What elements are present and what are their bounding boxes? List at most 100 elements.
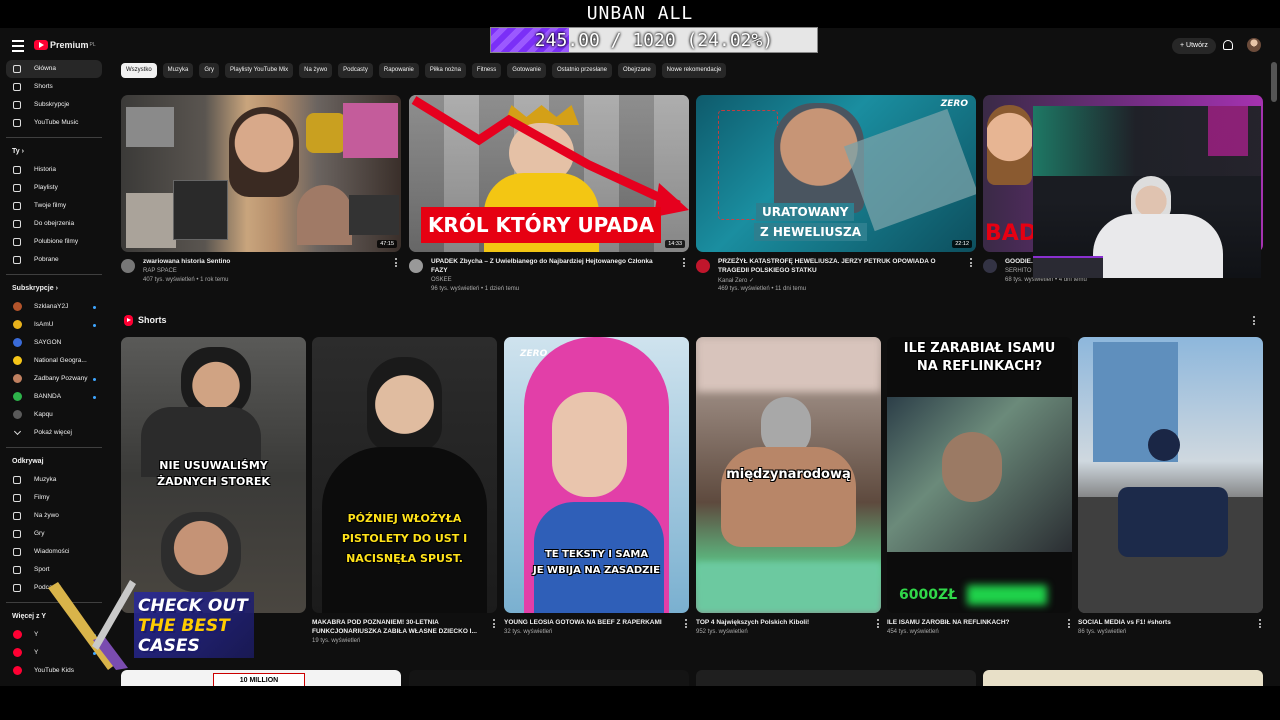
more-options-icon[interactable] [685, 619, 687, 630]
channel-avatar[interactable] [983, 259, 997, 273]
sidebar-item-subskrypcje[interactable]: Subskrypcje [6, 96, 102, 114]
sidebar-item-kapqu[interactable]: Kapqu [6, 406, 102, 424]
sidebar-item-label: National Geogra... [34, 357, 87, 364]
short-title[interactable]: SOCIAL MEDIA vs F1! #shorts [1078, 618, 1248, 627]
scrollbar-thumb[interactable] [1271, 62, 1277, 102]
video-thumbnail[interactable]: ZERO URATOWANY Z HEWELIUSZA 22:12 [696, 95, 976, 252]
account-avatar[interactable] [1247, 38, 1261, 52]
short-views: 86 tys. wyświetleń [1078, 629, 1127, 635]
video-title[interactable]: UPADEK Zbycha – Z Uwielbianego do Najbar… [431, 257, 671, 275]
more-options-icon[interactable] [395, 258, 399, 269]
short-title[interactable]: MAKABRA POD POZNANIEM! 30-LETNIA FUNKCJO… [312, 618, 482, 636]
notifications-bell-icon[interactable] [1223, 40, 1233, 50]
sidebar-item-szklanay2j[interactable]: SzklanaY2J [6, 298, 102, 316]
short-card[interactable]: PÓŹNIEJ WŁOŻYŁA PISTOLETY DO UST I NACIS… [312, 337, 497, 644]
video-card[interactable]: 47:15 zwariowana historia Sentino RAP SP… [121, 95, 401, 299]
chip-piłka-nożna[interactable]: Piłka nożna [424, 63, 466, 78]
chip-gotowanie[interactable]: Gotowanie [507, 63, 546, 78]
sidebar-item-youtube-music[interactable]: YouTube Music [6, 114, 102, 132]
download-icon [13, 256, 21, 264]
channel-name[interactable]: OSKEE [431, 277, 452, 283]
channel-avatar[interactable] [696, 259, 710, 273]
more-options-icon[interactable] [1068, 619, 1070, 630]
short-thumbnail[interactable]: międzynarodową [696, 337, 881, 613]
chip-podcasty[interactable]: Podcasty [338, 63, 373, 78]
short-thumbnail[interactable]: ILE ZARABIAŁ ISAMU NA REFLINKACH? 6000ZŁ [887, 337, 1072, 613]
sidebar-item-główna[interactable]: Główna [6, 60, 102, 78]
scrollbar[interactable] [1271, 62, 1277, 682]
sidebar-item-shorts[interactable]: Shorts [6, 78, 102, 96]
chip-na-żywo[interactable]: Na żywo [299, 63, 333, 78]
create-label: Utwórz [1186, 42, 1208, 49]
sidebar-item-historia[interactable]: Historia [6, 161, 102, 179]
short-card[interactable]: ILE ZARABIAŁ ISAMU NA REFLINKACH? 6000ZŁ… [887, 337, 1072, 635]
sidebar-item-label: SzklanaY2J [34, 303, 69, 310]
short-title[interactable]: ILE ISAMU ZAROBIŁ NA REFLINKACH? [887, 618, 1057, 627]
video-thumbnail[interactable]: 47:15 [121, 95, 401, 252]
short-card[interactable]: SOCIAL MEDIA vs F1! #shorts 86 tys. wyśw… [1078, 337, 1263, 635]
logo-region: PL [89, 42, 96, 48]
sidebar-header-you[interactable]: Ty › [6, 143, 102, 161]
short-card[interactable]: międzynarodową TOP 4 Największych Polski… [696, 337, 881, 635]
short-title[interactable]: YOUNG LEOSIA GOTOWA NA BEEF Z RAPERKAMI [504, 618, 674, 627]
sidebar-item-twoje-filmy[interactable]: Twoje filmy [6, 197, 102, 215]
sidebar-item-bannda[interactable]: BANNDA [6, 388, 102, 406]
short-thumbnail[interactable] [1078, 337, 1263, 613]
short-card[interactable]: NIE USUWALIŚMY ŻADNYCH STOREK [121, 337, 306, 613]
create-button[interactable]: + Utwórz [1172, 38, 1216, 54]
sidebar-item-do-obejrzenia[interactable]: Do obejrzenia [6, 215, 102, 233]
chip-rapowanie[interactable]: Rapowanie [378, 63, 419, 78]
chip-playlisty-youtube-mix[interactable]: Playlisty YouTube Mix [225, 63, 294, 78]
trophy-icon [13, 566, 21, 574]
sidebar-item-na-żywo[interactable]: Na żywo [6, 507, 102, 525]
short-thumbnail[interactable]: NIE USUWALIŚMY ŻADNYCH STOREK [121, 337, 306, 613]
more-options-icon[interactable] [1259, 619, 1261, 630]
channel-avatar[interactable] [121, 259, 135, 273]
sidebar-item-playlisty[interactable]: Playlisty [6, 179, 102, 197]
sidebar-show-more[interactable]: Pokaż więcej [6, 424, 102, 442]
short-thumbnail[interactable]: ZERO TE TEKSTY I SAMA JE WBIJA NA ZASADZ… [504, 337, 689, 613]
chip-ostatnio-przesłane[interactable]: Ostatnio przesłane [551, 63, 612, 78]
channel-name[interactable]: Kanał Zero ✓ [718, 277, 754, 284]
menu-icon[interactable] [12, 40, 24, 52]
sidebar-item-gry[interactable]: Gry [6, 525, 102, 543]
channel-avatar [13, 666, 22, 675]
live-icon [13, 512, 21, 520]
video-thumbnail[interactable]: KRÓL KTÓRY UPADA 14:33 [409, 95, 689, 252]
sidebar-item-national-geogra[interactable]: National Geogra... [6, 352, 102, 370]
sidebar-item-zadbany-pozwany[interactable]: Zadbany Pozwany [6, 370, 102, 388]
chip-fitness[interactable]: Fitness [471, 63, 502, 78]
sidebar-item-polubione-filmy[interactable]: Polubione filmy [6, 233, 102, 251]
sidebar-item-muzyka[interactable]: Muzyka [6, 471, 102, 489]
short-thumbnail[interactable]: PÓŹNIEJ WŁOŻYŁA PISTOLETY DO UST I NACIS… [312, 337, 497, 613]
sidebar-item-saygon[interactable]: SAYGON [6, 334, 102, 352]
more-options-icon[interactable] [683, 258, 687, 269]
video-card[interactable]: ZERO URATOWANY Z HEWELIUSZA 22:12 PRZEŻY… [696, 95, 976, 299]
more-options-icon[interactable] [493, 619, 495, 630]
short-card[interactable]: ZERO TE TEKSTY I SAMA JE WBIJA NA ZASADZ… [504, 337, 689, 635]
video-card[interactable]: KRÓL KTÓRY UPADA 14:33 UPADEK Zbycha – Z… [409, 95, 689, 299]
video-title[interactable]: PRZEŻYŁ KATASTROFĘ HEWELIUSZA. JERZY PET… [718, 257, 958, 275]
chip-obejrzane[interactable]: Obejrzane [617, 63, 656, 78]
sidebar-item-sport[interactable]: Sport [6, 561, 102, 579]
short-title[interactable]: TOP 4 Największych Polskich Kiboli! [696, 618, 866, 627]
sidebar-item-isamu[interactable]: IsAmU [6, 316, 102, 334]
sidebar-item-pobrane[interactable]: Pobrane [6, 251, 102, 269]
sidebar-item-wiadomości[interactable]: Wiadomości [6, 543, 102, 561]
shorts-icon [13, 83, 21, 91]
video-title[interactable]: zwariowana historia Sentino [143, 257, 383, 266]
youtube-premium-logo[interactable]: Premium PL [34, 40, 96, 50]
more-options-icon[interactable] [877, 619, 879, 630]
more-options-icon[interactable] [970, 258, 974, 269]
chip-wszystko[interactable]: Wszystko [121, 63, 157, 78]
sidebar-item-label: Kapqu [34, 411, 53, 418]
chip-gry[interactable]: Gry [199, 63, 220, 78]
chip-nowe-rekomendacje[interactable]: Nowe rekomendacje [661, 63, 727, 78]
channel-name[interactable]: RAP SPACE [143, 268, 177, 274]
shorts-more-options-icon[interactable] [1253, 316, 1257, 327]
channel-avatar[interactable] [409, 259, 423, 273]
channel-name[interactable]: SERHITO [1005, 268, 1032, 274]
sidebar-item-filmy[interactable]: Filmy [6, 489, 102, 507]
sidebar-header-subscriptions[interactable]: Subskrypcje › [6, 280, 102, 298]
chip-muzyka[interactable]: Muzyka [162, 63, 194, 78]
